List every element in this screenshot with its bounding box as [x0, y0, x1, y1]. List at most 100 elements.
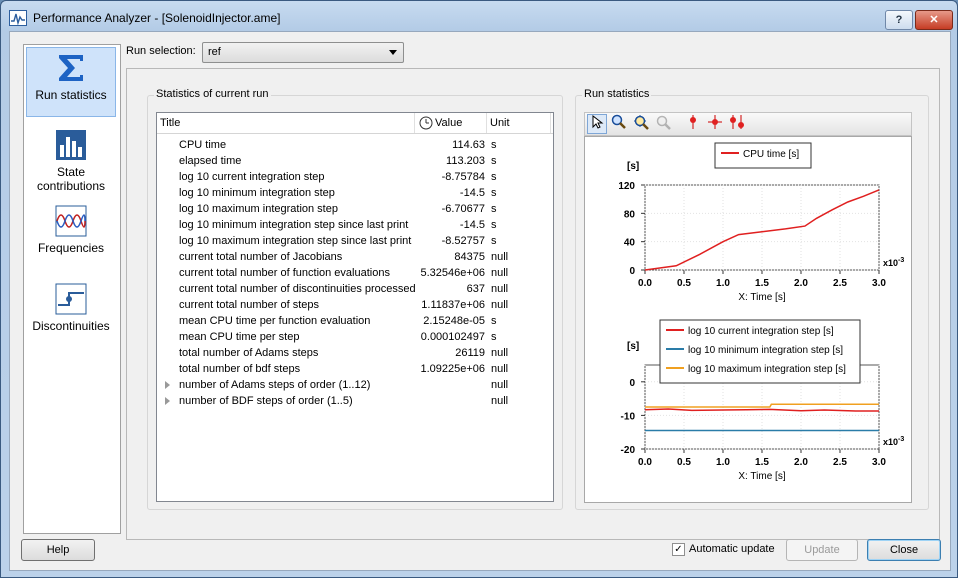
row-unit: null [491, 347, 509, 359]
zoom-reset-icon [656, 115, 671, 130]
row-title: CPU time [179, 139, 227, 151]
y-tick-label: 80 [624, 209, 636, 220]
row-value: 637 [466, 283, 485, 295]
zoom-fit-button[interactable] [609, 114, 629, 134]
nav-item-frequencies[interactable]: Frequencies [26, 205, 116, 261]
row-value: 113.203 [446, 155, 485, 167]
y-axis-label: [s] [627, 341, 639, 352]
table-row[interactable]: current total number of Jacobians 84375 nu… [157, 249, 553, 265]
table-row[interactable]: elapsed time 113.203 s [157, 153, 553, 169]
checkmark-icon: ✓ [674, 544, 683, 555]
nav-item-state-contributions[interactable]: State contributions [26, 129, 116, 193]
legend-entry: log 10 current integration step [s] [688, 326, 834, 337]
x-multiplier: x10-3 [883, 257, 904, 268]
expand-arrow-icon[interactable] [165, 381, 170, 389]
run-selection-dropdown[interactable]: ref [202, 42, 404, 63]
table-row[interactable]: total number of bdf steps 1.09225e+06 null [157, 361, 553, 377]
bar-chart-icon [55, 129, 87, 161]
zoom-reset-button[interactable] [653, 114, 673, 134]
column-header-value[interactable]: Value [415, 113, 487, 133]
row-title: current total number of Jacobians [179, 251, 343, 263]
chart-toolbar [584, 112, 912, 136]
close-button[interactable]: Close [867, 539, 941, 561]
plots-svg: 0.0 0.5 1.0 1.5 2.0 2.5 3.0 0 40 80 120 [s] X: Time … [618, 142, 904, 482]
table-row[interactable]: log 10 current integration step -8.75784 s [157, 169, 553, 185]
row-title: log 10 minimum integration step [179, 187, 335, 199]
table-row[interactable]: CPU time 114.63 s [157, 137, 553, 153]
wave-icon [55, 205, 87, 237]
table-row[interactable]: number of BDF steps of order (1..5) null [157, 393, 553, 409]
table-row[interactable]: log 10 maximum integration step -6.70677 s [157, 201, 553, 217]
table-row[interactable]: mean CPU time per function evaluation 2.1… [157, 313, 553, 329]
x-axis-label: X: Time [s] [738, 292, 785, 303]
legend-entry: CPU time [s] [743, 149, 799, 160]
nav-label-discontinuities: Discontinuities [32, 319, 110, 333]
nav-item-run-statistics[interactable]: Run statistics [26, 47, 116, 117]
x-tick-label: 1.0 [716, 278, 730, 289]
nav-item-discontinuities[interactable]: Discontinuities [26, 283, 116, 339]
row-value: 5.32546e+06 [420, 267, 485, 279]
row-unit: null [491, 395, 509, 407]
x-multiplier: x10-3 [883, 436, 904, 447]
row-value: -6.70677 [441, 203, 485, 215]
x-tick-label: 0.0 [638, 278, 652, 289]
x-tick-label: 3.0 [872, 278, 886, 289]
expand-arrow-icon[interactable] [165, 397, 170, 405]
row-value: -8.52757 [441, 235, 485, 247]
row-unit: null [491, 299, 509, 311]
left-nav: Run statistics State contributions Frequ… [23, 44, 121, 534]
help-title-button[interactable]: ? [885, 10, 913, 30]
y-axis-label: [s] [627, 161, 639, 172]
table-row[interactable]: current total number of discontinuities … [157, 281, 553, 297]
zoom-button[interactable] [631, 114, 651, 134]
x-axis-label: X: Time [s] [738, 471, 785, 482]
client-area: Run statistics State contributions Frequ… [9, 31, 951, 571]
row-title: total number of bdf steps [179, 363, 301, 375]
pointer-tool-button[interactable] [587, 114, 607, 134]
column-header-unit[interactable]: Unit [487, 113, 551, 133]
column-header-title[interactable]: Title [157, 113, 415, 133]
nav-label-state-contributions: State contributions [36, 165, 106, 193]
performance-analyzer-window: Performance Analyzer - [SolenoidInjector… [0, 0, 958, 578]
table-row[interactable]: current total number of steps 1.11837e+06… [157, 297, 553, 313]
row-value: 84375 [454, 251, 485, 263]
row-unit: s [491, 315, 497, 327]
row-title: total number of Adams steps [179, 347, 319, 359]
sigma-icon [55, 52, 87, 84]
x-tick-label: 2.0 [794, 278, 808, 289]
automatic-update-checkbox[interactable]: ✓ [672, 543, 685, 556]
table-row[interactable]: log 10 maximum integration step since la… [157, 233, 553, 249]
table-row[interactable]: log 10 minimum integration step since la… [157, 217, 553, 233]
pointer-icon [592, 114, 604, 129]
y-tick-label: -10 [621, 411, 636, 422]
x-tick-label: 2.5 [833, 457, 847, 468]
table-row[interactable]: mean CPU time per step 0.000102497 s [157, 329, 553, 345]
x-tick-label: 2.0 [794, 457, 808, 468]
row-unit: null [491, 363, 509, 375]
row-value: -14.5 [459, 219, 485, 231]
stats-group: Statistics of current run Title Value Un… [147, 88, 563, 510]
row-unit: s [491, 219, 497, 231]
row-value: -14.5 [459, 187, 485, 199]
row-title: elapsed time [179, 155, 242, 167]
row-value: 0.000102497 [420, 331, 485, 343]
table-row[interactable]: number of Adams steps of order (1..12) nu… [157, 377, 553, 393]
table-row[interactable]: total number of Adams steps 26119 null [157, 345, 553, 361]
chart-group: Run statistics 0.0 0.5 1.0 1.5 2.0 2.5 3.0 0 40 8… [575, 88, 929, 510]
table-row[interactable]: log 10 minimum integration step -14.5 s [157, 185, 553, 201]
double-marker-button[interactable] [727, 114, 747, 134]
stats-table: Title Value Unit CPU time 114.63 s elapsed … [156, 112, 554, 502]
row-unit: null [491, 379, 509, 391]
table-row[interactable]: current total number of function evaluat… [157, 265, 553, 281]
update-button[interactable]: Update [786, 539, 858, 561]
row-title: current total number of discontinuities … [179, 283, 416, 295]
x-tick-label: 0.5 [677, 278, 691, 289]
run-selection-value: ref [208, 46, 221, 58]
cursor-marker-button[interactable] [683, 114, 703, 134]
row-value: 26119 [455, 347, 485, 359]
cross-marker-button[interactable] [705, 114, 725, 134]
app-icon [9, 10, 27, 26]
help-button[interactable]: Help [21, 539, 95, 561]
close-window-button[interactable]: ✕ [915, 10, 953, 30]
zoom-icon [634, 115, 649, 130]
